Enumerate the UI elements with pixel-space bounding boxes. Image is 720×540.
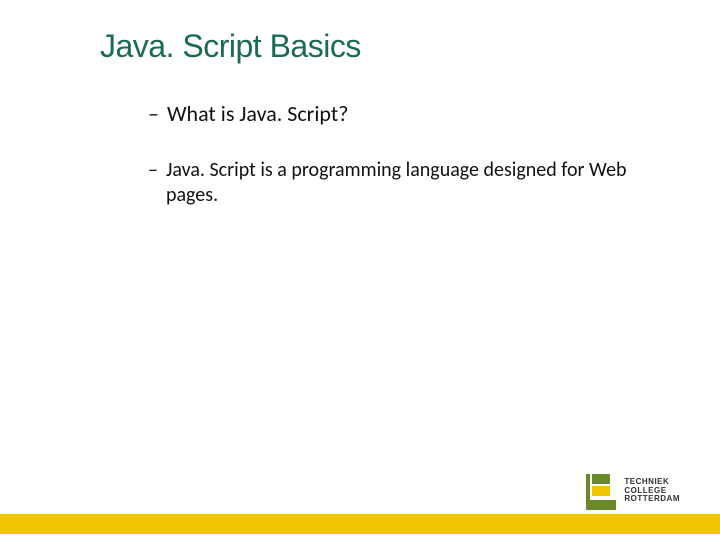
logo-text: TECHNIEK COLLEGE ROTTERDAM xyxy=(624,478,680,506)
bullet-text: What is Java. Script? xyxy=(167,100,348,128)
footer-bar xyxy=(0,514,720,534)
logo-line: ROTTERDAM xyxy=(624,495,680,504)
bullet-list: – What is Java. Script? – Java. Script i… xyxy=(148,100,648,208)
bullet-text: Java. Script is a programming language d… xyxy=(166,158,648,208)
dash-icon: – xyxy=(148,158,158,183)
footer-logo: TECHNIEK COLLEGE ROTTERDAM xyxy=(586,474,680,510)
bullet-item: – Java. Script is a programming language… xyxy=(148,158,648,208)
slide: Java. Script Basics – What is Java. Scri… xyxy=(0,0,720,540)
bullet-item: – What is Java. Script? xyxy=(148,100,648,128)
dash-icon: – xyxy=(148,100,159,128)
logo-mark-icon xyxy=(586,474,616,510)
slide-title: Java. Script Basics xyxy=(100,28,361,65)
